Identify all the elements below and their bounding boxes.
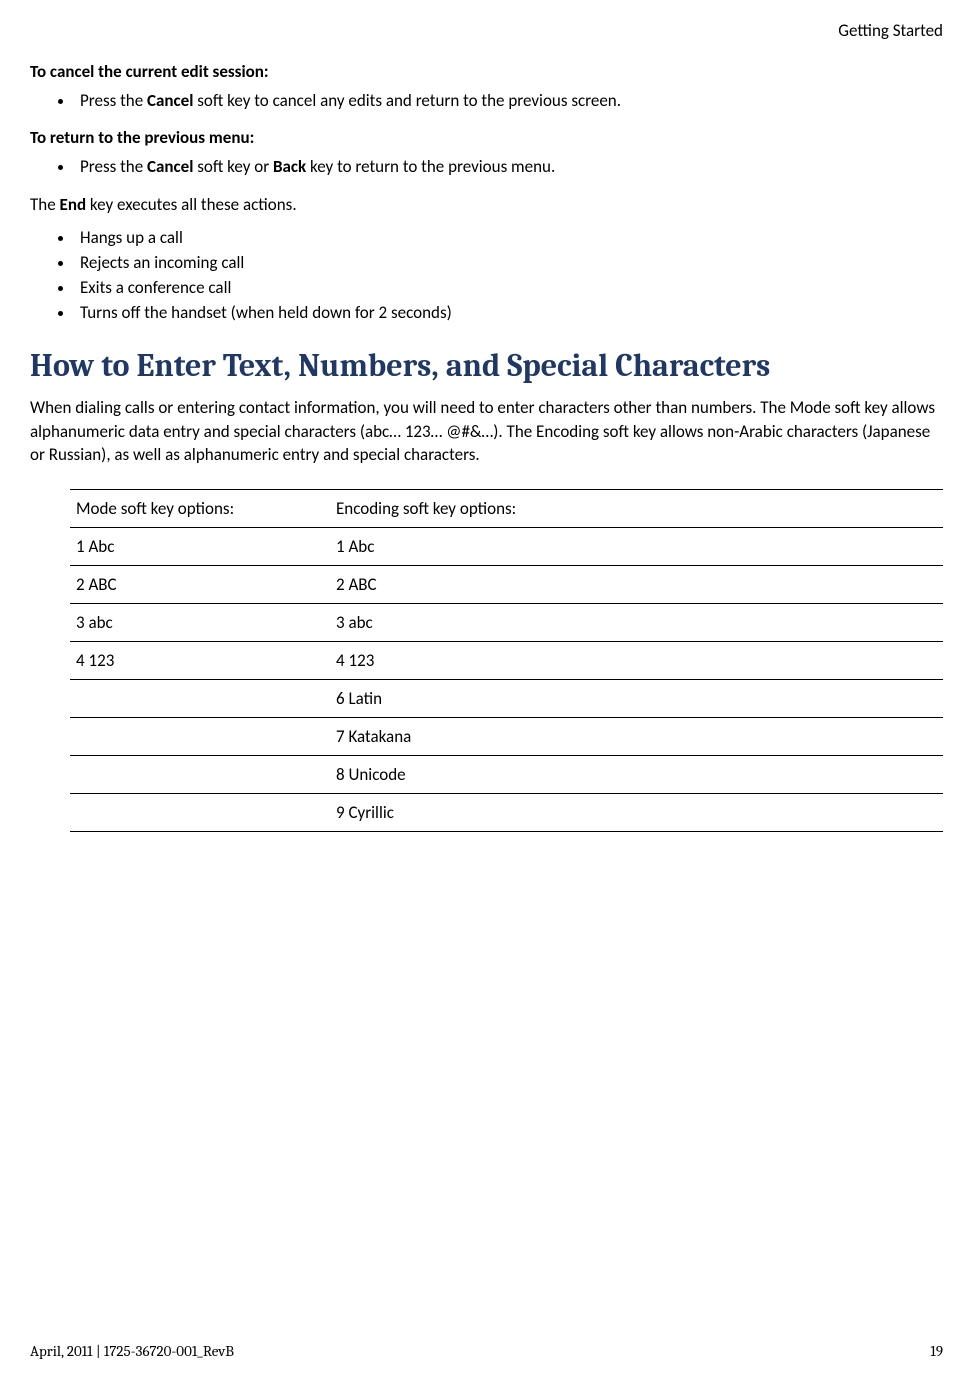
options-table: Mode soft key options: Encoding soft key… — [70, 489, 943, 832]
table-row: 2 ABC 2 ABC — [70, 566, 943, 604]
table-cell: 4 123 — [70, 642, 330, 679]
table-row: 7 Katakana — [70, 718, 943, 756]
end-key-list: Hangs up a call Rejects an incoming call… — [30, 227, 943, 323]
table-cell: 2 ABC — [330, 566, 600, 603]
list-item: Exits a conference call — [75, 277, 943, 298]
table-cell: 7 Katakana — [330, 718, 600, 755]
table-row: 1 Abc 1 Abc — [70, 528, 943, 566]
list-item: Press the Cancel soft key or Back key to… — [75, 156, 943, 177]
table-cell — [70, 756, 330, 793]
end-key-intro: The End key executes all these actions. — [30, 193, 943, 217]
table-row: 6 Latin — [70, 680, 943, 718]
text: key executes all these actions. — [86, 194, 297, 215]
table-row: 3 abc 3 abc — [70, 604, 943, 642]
footer-left: April, 2011 | 1725-36720-001_RevB — [30, 1342, 234, 1360]
text: Press the — [80, 90, 147, 111]
list-item: Rejects an incoming call — [75, 252, 943, 273]
list-item: Hangs up a call — [75, 227, 943, 248]
table-cell: 3 abc — [70, 604, 330, 641]
list-item: Press the Cancel soft key to cancel any … — [75, 90, 943, 111]
text: key to return to the previous menu. — [306, 156, 555, 177]
footer-page-number: 19 — [930, 1342, 943, 1360]
table-cell: 9 Cyrillic — [330, 794, 600, 831]
table-cell: 6 Latin — [330, 680, 600, 717]
page-footer: April, 2011 | 1725-36720-001_RevB 19 — [30, 1342, 943, 1360]
text: soft key or — [193, 156, 273, 177]
text: soft key to cancel any edits and return … — [193, 90, 621, 111]
table-cell — [70, 794, 330, 831]
key-name: End — [60, 194, 87, 215]
table-cell — [70, 718, 330, 755]
table-row: 9 Cyrillic — [70, 794, 943, 832]
table-cell — [70, 680, 330, 717]
table-cell: 1 Abc — [330, 528, 600, 565]
text: Press the — [80, 156, 147, 177]
text: The — [30, 194, 60, 215]
key-name: Cancel — [147, 156, 193, 177]
return-menu-heading: To return to the previous menu: — [30, 127, 943, 148]
table-header-encoding: Encoding soft key options: — [330, 490, 600, 527]
table-cell: 1 Abc — [70, 528, 330, 565]
return-menu-list: Press the Cancel soft key or Back key to… — [30, 156, 943, 177]
table-header-mode: Mode soft key options: — [70, 490, 330, 527]
table-cell: 4 123 — [330, 642, 600, 679]
cancel-session-list: Press the Cancel soft key to cancel any … — [30, 90, 943, 111]
table-cell: 3 abc — [330, 604, 600, 641]
table-row: 8 Unicode — [70, 756, 943, 794]
section-paragraph: When dialing calls or entering contact i… — [30, 396, 943, 467]
table-cell: 2 ABC — [70, 566, 330, 603]
list-item: Turns off the handset (when held down fo… — [75, 302, 943, 323]
cancel-session-heading: To cancel the current edit session: — [30, 61, 943, 82]
key-name: Cancel — [147, 90, 193, 111]
table-row: 4 123 4 123 — [70, 642, 943, 680]
section-heading: How to Enter Text, Numbers, and Special … — [30, 347, 943, 384]
key-name: Back — [273, 156, 306, 177]
table-cell: 8 Unicode — [330, 756, 600, 793]
table-header-row: Mode soft key options: Encoding soft key… — [70, 489, 943, 528]
page-header-section: Getting Started — [30, 20, 943, 41]
